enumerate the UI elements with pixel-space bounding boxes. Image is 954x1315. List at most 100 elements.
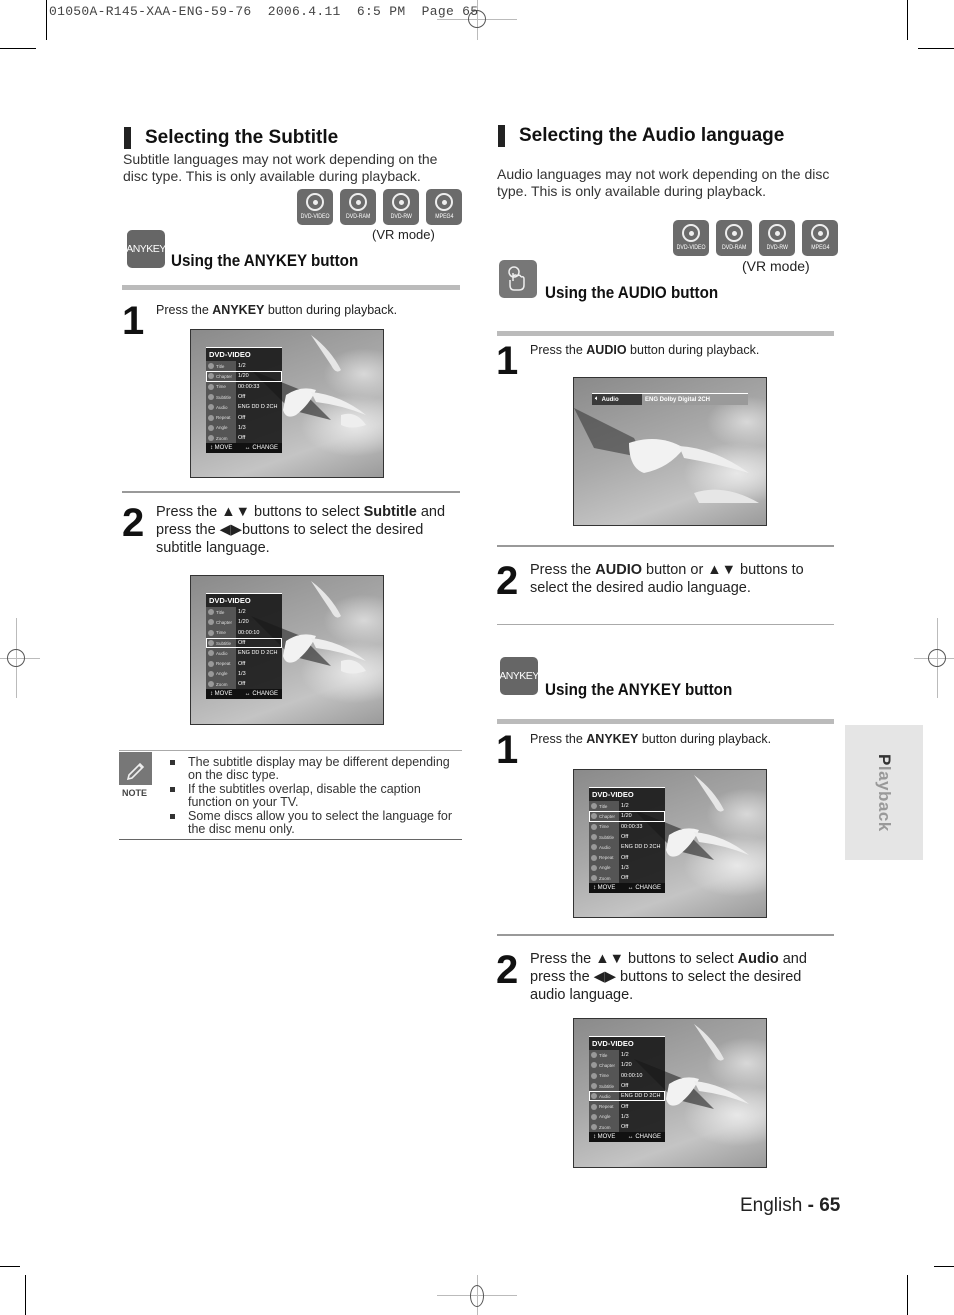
button-name: ANYKEY <box>586 732 639 746</box>
osd-row-label: Chapter <box>599 813 616 819</box>
osd-row-value: 1/3 <box>621 1113 629 1120</box>
osd-row-value: ENG DD D 2CH <box>621 844 661 851</box>
step-number: 2 <box>496 948 519 992</box>
divider <box>122 285 460 290</box>
crop-mark <box>25 1275 26 1315</box>
divider <box>497 934 834 936</box>
osd-row-label: Audio <box>599 844 611 850</box>
disc-label: MPEG4 <box>434 213 454 220</box>
osd-row-value: Off <box>238 640 246 647</box>
chapter-tab-label: Playback <box>875 753 894 832</box>
tv-screen-image: DVD-VIDEO Title 1/2 Chapter 1/20 Time 00:00:10… <box>190 575 384 725</box>
osd-row-value: 1/20 <box>238 619 249 626</box>
osd-row-icon <box>591 854 597 861</box>
disc-icon-dvd-ram: DVD-RAM <box>340 189 376 225</box>
footer-separator: - <box>802 1195 820 1216</box>
osd-row-label: Audio <box>599 1093 611 1099</box>
osd-footer: ↕ MOVE ↔ CHANGE <box>206 443 282 454</box>
subtitle-intro: Subtitle languages may not work dependin… <box>123 151 438 184</box>
text: Press the <box>530 343 587 357</box>
step-number: 1 <box>496 728 519 772</box>
osd-row-icon <box>591 1072 597 1079</box>
tv-screen-image: DVD-VIDEO Title 1/2 Chapter 1/20 Time 00:00:10… <box>573 1018 767 1168</box>
osd-row-icon <box>591 834 597 841</box>
osd-row-icon <box>591 1052 597 1059</box>
audio-button-icon <box>499 260 537 298</box>
disc-icon-dvd-ram: DVD-RAM <box>716 220 752 256</box>
step-2-text: Press the ▲▼ buttons to select Subtitle … <box>156 503 456 557</box>
disc-label: DVD-RAM <box>345 213 371 220</box>
osd-row-label-cell: Subtitle <box>589 1080 619 1092</box>
divider <box>497 545 834 547</box>
osd-row-label: Chapter <box>599 1062 616 1068</box>
section-title-text: Selecting the Audio language <box>519 125 785 146</box>
footer-language: English <box>740 1195 803 1216</box>
button-name: ANYKEY <box>212 303 265 317</box>
osd-row-label: Subtitle <box>216 640 232 646</box>
osd-row-label: Zoom <box>599 1124 611 1130</box>
osd-row-value: 1/3 <box>238 670 246 677</box>
osd-footer: ↕ MOVE ↔ CHANGE <box>206 689 282 700</box>
button-name: AUDIO <box>586 343 627 357</box>
osd-row: Title 1/2 <box>206 361 282 372</box>
speaker-icon: 🔈︎ <box>595 396 599 402</box>
osd-row-label-cell: Zoom <box>206 433 236 444</box>
osd-row-value: Off <box>238 435 246 442</box>
osd-row-icon <box>591 1113 597 1120</box>
osd-row-label-cell: Zoom <box>589 873 619 884</box>
osd-row-label: Audio <box>216 650 228 656</box>
osd-row: Title 1/2 <box>589 1050 665 1061</box>
text: Press the ▲▼ buttons to select <box>530 951 738 967</box>
osd-row-label: Time <box>599 824 609 830</box>
osd-row: Repeat Off <box>206 658 282 669</box>
disc-icon-dvd-rw: DVD-RW <box>759 220 795 256</box>
osd-row-label: Title <box>599 1052 608 1058</box>
osd-row-label: Angle <box>599 1114 611 1120</box>
osd-row: Subtitle Off <box>589 831 665 843</box>
audio-label-cell: 🔈︎ Audio <box>592 394 642 405</box>
divider <box>497 624 834 625</box>
audio-info-bar: 🔈︎ Audio ENG Dolby Digital 2CH <box>592 393 748 405</box>
osd-row-label-cell: Audio <box>206 402 236 413</box>
text: Press the ▲▼ buttons to select <box>156 504 364 520</box>
step-1-text: Press the ANYKEY button during playback. <box>156 303 397 317</box>
osd-row-icon <box>591 813 597 820</box>
osd-row: Angle 1/3 <box>589 1111 665 1123</box>
osd-move-hint: ↕ MOVE <box>210 445 233 452</box>
osd-header: DVD-VIDEO <box>206 593 282 607</box>
osd-row-value: Off <box>621 1083 629 1090</box>
osd-row: Audio ENG DD D 2CH <box>589 842 665 853</box>
crop-mark <box>907 1275 908 1315</box>
note-item: The subtitle display may be different de… <box>168 756 463 781</box>
osd-row-icon <box>591 875 597 882</box>
disc-label: DVD-RAM <box>721 244 747 251</box>
note-label: NOTE <box>122 788 148 798</box>
osd-row-icon <box>591 1083 597 1090</box>
osd-row-value: Off <box>621 875 629 882</box>
osd-row-label: Angle <box>216 671 228 677</box>
osd-row-icon <box>591 1093 597 1100</box>
osd-row-value: 1/3 <box>238 424 246 431</box>
audio-intro: Audio languages may not work depending o… <box>497 166 830 199</box>
note-item: Some discs allow you to select the langu… <box>168 810 463 835</box>
anykey-icon: ANYKEY <box>499 657 539 695</box>
vr-mode-label: (VR mode) <box>742 258 810 274</box>
osd-row-label-cell: Angle <box>589 862 619 874</box>
osd-row-value: 1/20 <box>238 373 249 380</box>
osd-menu: DVD-VIDEO Title 1/2 Chapter 1/20 Time 00:00:10… <box>589 1036 665 1143</box>
osd-menu: DVD-VIDEO Title 1/2 Chapter 1/20 Time 00:00:33… <box>589 787 665 894</box>
button-name: AUDIO <box>595 562 643 578</box>
osd-move-hint: ↕ MOVE <box>210 691 233 698</box>
osd-row-icon <box>591 1124 597 1131</box>
osd-row-label-cell: Chapter <box>206 371 236 382</box>
step-number: 1 <box>496 339 519 383</box>
step-number: 2 <box>496 559 519 603</box>
osd-row-value: 1/2 <box>238 363 246 370</box>
osd-row-icon <box>591 823 597 830</box>
step-number: 2 <box>122 501 145 545</box>
osd-row-value: 00:00:33 <box>238 383 260 390</box>
osd-row-icon <box>208 681 214 688</box>
osd-row-label-cell: Angle <box>206 668 236 680</box>
hand-press-icon <box>508 266 525 291</box>
osd-row-icon <box>591 844 597 851</box>
